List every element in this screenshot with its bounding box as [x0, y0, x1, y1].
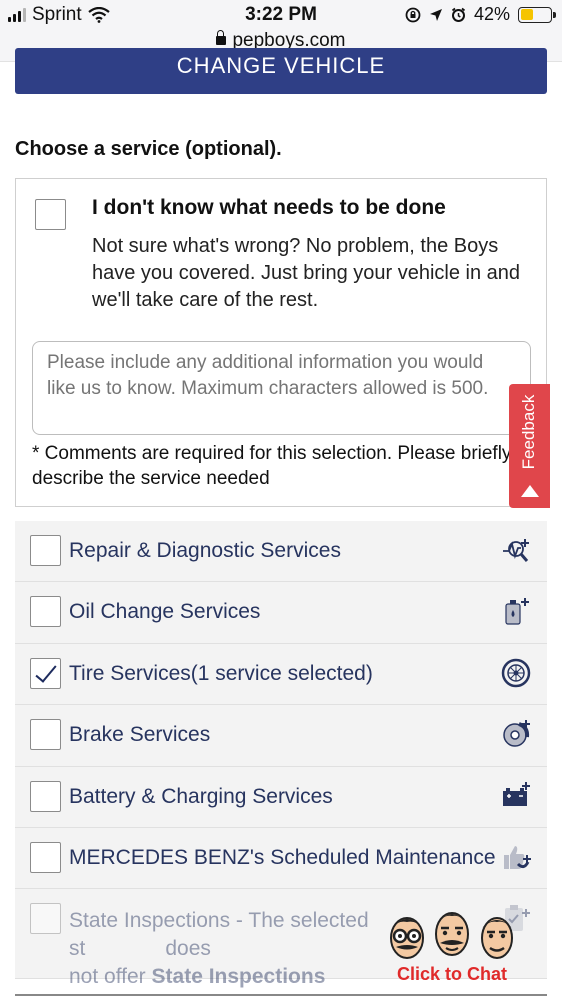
service-row-mercedes-maintenance[interactable]: MERCEDES BENZ's Scheduled Maintenance [15, 827, 547, 890]
service-checkbox[interactable] [30, 596, 61, 628]
battery-level [520, 9, 533, 20]
status-icons: 42% [405, 4, 556, 25]
feedback-label: Feedback [519, 394, 538, 470]
unknown-option-card: I don't know what needs to be done Not s… [15, 178, 547, 507]
comments-required-note: * Comments are required for this selecti… [32, 443, 512, 489]
state-inspections-text-start: State Inspections - The selected st [69, 909, 369, 961]
service-checkbox[interactable] [30, 719, 61, 751]
state-inspections-line2-prefix: not offer [69, 965, 152, 989]
service-row-oil-change[interactable]: Oil Change Services [15, 582, 547, 644]
service-checkbox[interactable] [30, 841, 61, 873]
state-inspections-line2-bold: State Inspections [151, 965, 326, 989]
service-row-brake[interactable]: Brake Services [15, 705, 547, 767]
click-to-chat-label: Click to Chat [396, 964, 507, 984]
oil-bottle-icon [505, 598, 529, 625]
service-row-tire[interactable]: Tire Services(1 service selected) [15, 643, 547, 706]
service-label: MERCEDES BENZ's Scheduled Maintenance [69, 845, 496, 869]
bottom-divider [15, 994, 547, 996]
unknown-option-title: I don't know what needs to be done [92, 196, 446, 219]
tire-icon [501, 658, 531, 688]
arrow-up-icon [521, 485, 539, 497]
feedback-tab[interactable]: Feedback [509, 384, 550, 508]
thumbs-up-icon [504, 845, 531, 869]
rotation-lock-icon [405, 7, 421, 22]
manny-face-icon [390, 917, 424, 959]
state-inspections-text-end: does [165, 937, 211, 961]
moe-face-icon [435, 912, 469, 956]
service-checkbox-disabled [30, 903, 61, 935]
change-vehicle-button[interactable]: CHANGE VEHICLE [15, 48, 547, 94]
unknown-option-checkbox[interactable] [35, 199, 66, 230]
service-row-battery[interactable]: Battery & Charging Services [15, 766, 547, 828]
battery-service-icon [503, 781, 530, 806]
service-label: Battery & Charging Services [69, 784, 333, 808]
service-label: Oil Change Services [69, 600, 261, 624]
comments-textarea[interactable] [32, 341, 531, 435]
section-title: Choose a service (optional). [15, 138, 282, 160]
location-icon [429, 8, 442, 21]
lock-icon [216, 30, 227, 45]
service-label: Tire Services(1 service selected) [69, 661, 373, 685]
service-checkbox[interactable] [30, 780, 61, 812]
unknown-option-description: Not sure what's wrong? No problem, the B… [92, 235, 521, 311]
diagnostic-icon [503, 539, 529, 562]
battery-icon [518, 6, 556, 23]
service-label: Brake Services [69, 723, 211, 747]
service-label: Repair & Diagnostic Services [69, 539, 341, 562]
brake-icon [503, 720, 530, 747]
click-to-chat-widget[interactable]: Click to Chat [384, 906, 520, 988]
jack-face-icon [481, 917, 513, 959]
battery-percent: 42% [473, 4, 510, 24]
alarm-icon [451, 7, 466, 22]
service-row-repair-diagnostic[interactable]: Repair & Diagnostic Services [15, 521, 547, 583]
service-checkbox[interactable] [30, 535, 61, 566]
service-checkbox-checked[interactable] [30, 657, 61, 689]
